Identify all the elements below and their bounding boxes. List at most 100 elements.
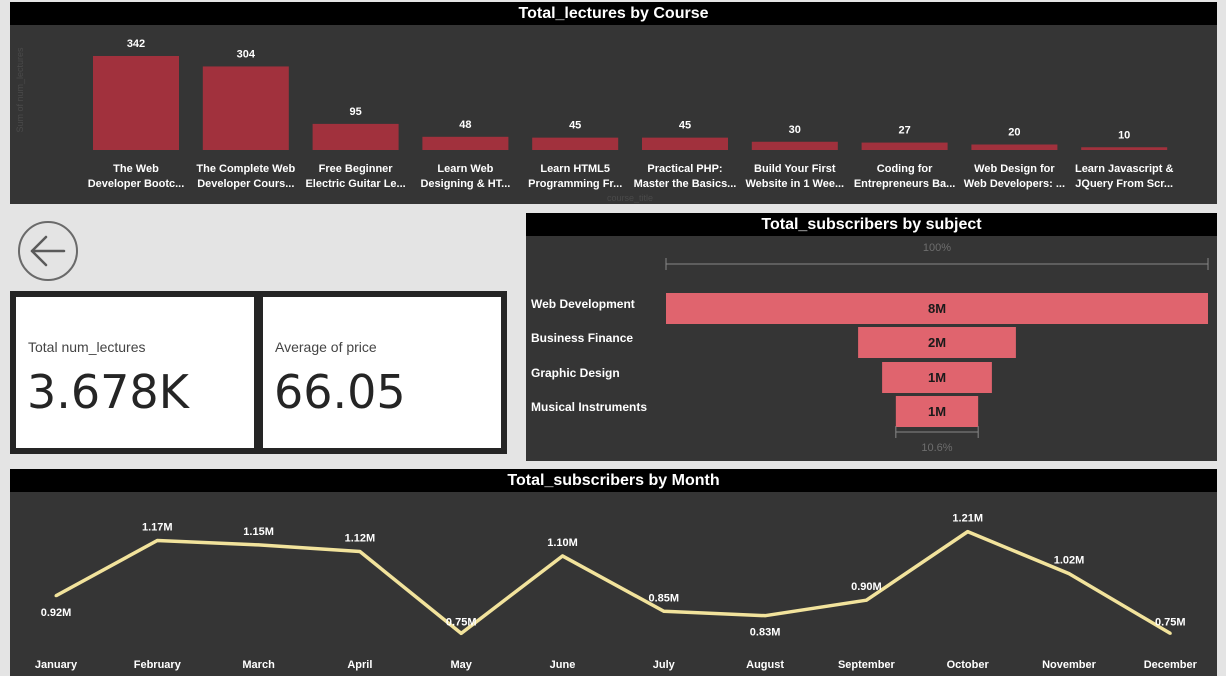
- data-point: [358, 550, 362, 554]
- category-tick-label: The Web: [113, 163, 159, 175]
- funnel-value-label: 8M: [928, 301, 946, 316]
- average-price-label: Average of price: [275, 339, 377, 355]
- funnel-value-label: 1M: [928, 404, 946, 419]
- data-point: [155, 538, 159, 542]
- data-point: [257, 543, 261, 547]
- category-tick-label: Learn Javascript &: [1075, 163, 1173, 175]
- funnel-value-label: 1M: [928, 370, 946, 385]
- data-point: [1067, 572, 1071, 576]
- bar-value-label: 27: [898, 125, 910, 137]
- bar-value-label: 30: [789, 124, 801, 136]
- average-price-card: Average of price 66.05: [263, 297, 501, 448]
- category-tick-label: The Complete Web: [196, 163, 295, 175]
- bar-value-label: 45: [569, 120, 581, 132]
- bottom-percent-label: 10.6%: [921, 442, 952, 454]
- month-tick-label: January: [35, 659, 78, 671]
- bar: [532, 137, 619, 150]
- category-tick-label: Electric Guitar Le...: [305, 178, 405, 190]
- data-value-label: 1.12M: [345, 533, 376, 545]
- data-point: [54, 594, 58, 598]
- month-tick-label: December: [1144, 659, 1198, 671]
- data-point: [662, 609, 666, 613]
- data-value-label: 0.83M: [750, 627, 781, 639]
- category-tick-label: Programming Fr...: [528, 178, 622, 190]
- category-tick-label: Developer Bootc...: [88, 178, 185, 190]
- lectures-bar-chart: Sum of num_lectures course_title 342 The We…: [15, 38, 1173, 203]
- total-lectures-label: Total num_lectures: [28, 339, 146, 355]
- series-line: [55, 529, 1172, 636]
- data-point: [864, 598, 868, 602]
- bar: [422, 136, 509, 150]
- category-tick-label: Master the Basics...: [634, 178, 737, 190]
- category-tick-label: Learn Web: [437, 163, 493, 175]
- category-tick-label: Website in 1 Wee...: [745, 178, 844, 190]
- category-tick-label: Free Beginner: [319, 163, 394, 175]
- subscribers-by-subject-chart: Total_subscribers by subject 100% 8M Web D…: [526, 213, 1217, 461]
- data-value-label: 0.85M: [649, 592, 680, 604]
- funnel-value-label: 2M: [928, 335, 946, 350]
- data-point: [459, 631, 463, 635]
- bar-value-label: 342: [127, 38, 145, 50]
- bar: [312, 123, 399, 150]
- bar-value-label: 20: [1008, 127, 1020, 139]
- data-point: [1168, 631, 1172, 635]
- data-value-label: 1.10M: [547, 537, 578, 549]
- total-lectures-value: 3.678K: [27, 365, 189, 419]
- data-value-label: 1.15M: [243, 526, 274, 538]
- month-tick-label: June: [550, 659, 576, 671]
- month-chart-title: Total_subscribers by Month: [10, 469, 1217, 492]
- category-tick-label: JQuery From Scr...: [1075, 178, 1173, 190]
- month-tick-label: October: [947, 659, 990, 671]
- bar: [93, 56, 179, 150]
- total-lectures-card: Total num_lectures 3.678K: [16, 297, 254, 448]
- month-tick-label: February: [134, 659, 182, 671]
- category-tick-label: Practical PHP:: [647, 163, 722, 175]
- data-value-label: 1.02M: [1054, 555, 1085, 567]
- data-point: [561, 554, 564, 558]
- average-price-value: 66.05: [274, 365, 406, 419]
- bar-value-label: 10: [1118, 129, 1130, 141]
- subjects-funnel-chart: 100% 8M Web Development 2M Business Finance 1…: [531, 242, 1209, 454]
- month-tick-label: May: [450, 659, 472, 671]
- funnel-category-label: Web Development: [531, 297, 635, 311]
- data-value-label: 0.90M: [851, 581, 882, 593]
- funnel-category-label: Business Finance: [531, 331, 633, 345]
- bar: [751, 141, 838, 150]
- bar: [202, 66, 289, 150]
- bar: [1081, 147, 1168, 150]
- bar-value-label: 95: [349, 106, 361, 118]
- data-value-label: 0.75M: [446, 616, 477, 628]
- month-tick-label: July: [653, 659, 676, 671]
- category-tick-label: Web Design for: [974, 163, 1055, 175]
- data-point: [966, 530, 970, 534]
- bar: [861, 142, 948, 150]
- y-axis-label: Sum of num_lectures: [15, 47, 25, 133]
- kpi-cards: Total num_lectures 3.678K Average of pri…: [10, 291, 507, 454]
- back-arrow-icon: [30, 235, 66, 267]
- month-tick-label: November: [1042, 659, 1097, 671]
- data-point: [763, 614, 767, 618]
- lectures-by-course-chart: Total_lectures by Course Sum of num_lect…: [10, 2, 1217, 204]
- data-value-label: 1.17M: [142, 521, 173, 533]
- data-value-label: 0.92M: [41, 607, 72, 619]
- category-tick-label: Designing & HT...: [420, 178, 510, 190]
- back-button[interactable]: [18, 221, 78, 281]
- data-value-label: 1.21M: [952, 513, 983, 525]
- bar-value-label: 48: [459, 119, 471, 131]
- subscribers-by-month-chart: Total_subscribers by Month 0.92M January 1…: [10, 469, 1217, 676]
- month-line-chart: 0.92M January 1.17M February 1.15M March 1.12M…: [35, 513, 1198, 671]
- bar-value-label: 304: [237, 48, 256, 60]
- category-tick-label: Coding for: [877, 163, 933, 175]
- month-tick-label: August: [746, 659, 784, 671]
- month-tick-label: April: [347, 659, 372, 671]
- category-tick-label: Web Developers: ...: [964, 178, 1065, 190]
- category-tick-label: Learn HTML5: [540, 163, 610, 175]
- bar: [971, 144, 1058, 150]
- funnel-category-label: Graphic Design: [531, 366, 620, 380]
- subjects-chart-title: Total_subscribers by subject: [526, 213, 1217, 236]
- bar: [642, 137, 728, 150]
- data-value-label: 0.75M: [1155, 616, 1186, 628]
- category-tick-label: Developer Cours...: [197, 178, 294, 190]
- category-tick-label: Entrepreneurs Ba...: [854, 178, 955, 190]
- category-tick-label: Build Your First: [754, 163, 836, 175]
